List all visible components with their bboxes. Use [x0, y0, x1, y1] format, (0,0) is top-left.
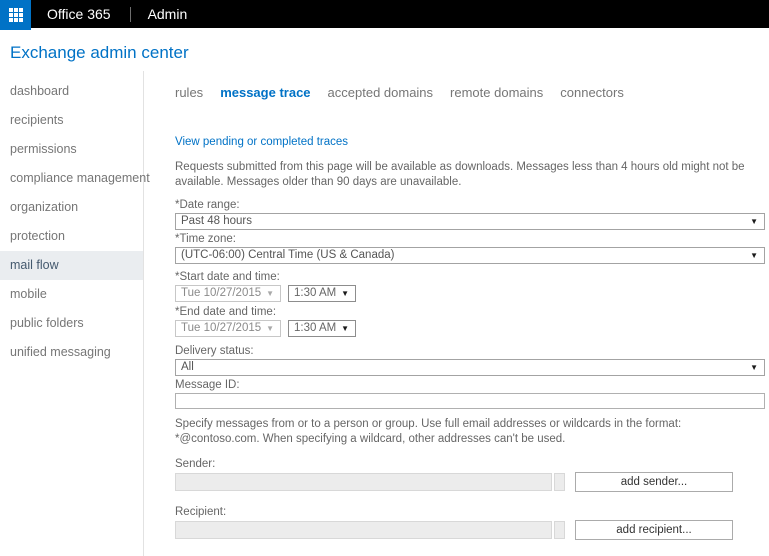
chevron-down-icon: ▼: [266, 289, 274, 298]
content-pane: rules message trace accepted domains rem…: [144, 71, 769, 556]
start-datetime-row: Tue 10/27/2015 ▼ 1:30 AM ▼: [175, 285, 765, 303]
end-datetime-label: *End date and time:: [175, 306, 277, 318]
office-365-brand[interactable]: Office 365: [47, 6, 111, 22]
sidebar-item-dashboard[interactable]: dashboard: [0, 77, 143, 106]
chevron-down-icon: ▼: [341, 324, 349, 333]
sidebar-item-organization[interactable]: organization: [0, 193, 143, 222]
wildcard-note: Specify messages from or to a person or …: [175, 418, 682, 445]
sidebar-item-unified-messaging[interactable]: unified messaging: [0, 338, 143, 367]
availability-note: Requests submitted from this page will b…: [175, 161, 745, 188]
recipient-input-end: [554, 521, 565, 539]
delivery-status-value: All: [181, 361, 194, 373]
sidebar-item-protection[interactable]: protection: [0, 222, 143, 251]
main-layout: dashboard recipients permissions complia…: [0, 71, 769, 556]
sidebar-item-permissions[interactable]: permissions: [0, 135, 143, 164]
add-recipient-button[interactable]: add recipient...: [575, 520, 733, 540]
chevron-down-icon: ▼: [341, 289, 349, 298]
message-id-input[interactable]: [175, 393, 765, 409]
tab-message-trace[interactable]: message trace: [220, 85, 310, 100]
sender-input: [175, 473, 552, 491]
chevron-down-icon: ▼: [750, 363, 758, 372]
sender-picker: [175, 473, 565, 491]
recipient-input: [175, 521, 552, 539]
chevron-down-icon: ▼: [750, 251, 758, 260]
end-datetime-row: Tue 10/27/2015 ▼ 1:30 AM ▼: [175, 320, 765, 338]
start-time-value: 1:30 AM: [294, 287, 337, 299]
page-title: Exchange admin center: [10, 43, 189, 62]
delivery-status-select[interactable]: All ▼: [175, 359, 765, 376]
date-range-select[interactable]: Past 48 hours ▼: [175, 213, 765, 230]
tab-remote-domains[interactable]: remote domains: [450, 85, 543, 100]
sidebar-item-public-folders[interactable]: public folders: [0, 309, 143, 338]
recipient-label: Recipient:: [175, 506, 227, 518]
time-zone-select[interactable]: (UTC-06:00) Central Time (US & Canada) ▼: [175, 247, 765, 264]
sidebar-nav: dashboard recipients permissions complia…: [0, 71, 150, 556]
page-header: Exchange admin center: [0, 28, 769, 71]
tab-bar: rules message trace accepted domains rem…: [175, 85, 765, 100]
sender-row: add sender...: [175, 472, 765, 492]
admin-menu-item[interactable]: Admin: [148, 6, 188, 22]
end-time-value: 1:30 AM: [294, 322, 337, 334]
sidebar-item-mail-flow[interactable]: mail flow: [0, 251, 143, 280]
date-range-label: *Date range:: [175, 199, 240, 211]
sender-input-end: [554, 473, 565, 491]
topbar-divider: [129, 6, 131, 22]
sidebar-item-compliance-management[interactable]: compliance management: [0, 164, 150, 193]
start-date-select: Tue 10/27/2015 ▼: [175, 285, 281, 302]
end-time-select[interactable]: 1:30 AM ▼: [288, 320, 356, 337]
start-date-value: Tue 10/27/2015: [181, 287, 262, 299]
start-datetime-label: *Start date and time:: [175, 271, 280, 283]
waffle-icon: [8, 8, 23, 22]
tab-connectors[interactable]: connectors: [560, 85, 624, 100]
recipient-row: add recipient...: [175, 520, 765, 540]
chevron-down-icon: ▼: [750, 217, 758, 226]
add-sender-button[interactable]: add sender...: [575, 472, 733, 492]
sender-label: Sender:: [175, 458, 216, 470]
tab-rules[interactable]: rules: [175, 85, 203, 100]
message-id-label: Message ID:: [175, 379, 240, 391]
date-range-value: Past 48 hours: [181, 215, 252, 227]
app-launcher-button[interactable]: [0, 0, 31, 30]
start-time-select[interactable]: 1:30 AM ▼: [288, 285, 356, 302]
sidebar-item-recipients[interactable]: recipients: [0, 106, 143, 135]
end-date-value: Tue 10/27/2015: [181, 322, 262, 334]
chevron-down-icon: ▼: [266, 324, 274, 333]
sidebar-item-mobile[interactable]: mobile: [0, 280, 143, 309]
office-topbar: Office 365 Admin: [0, 0, 769, 30]
time-zone-value: (UTC-06:00) Central Time (US & Canada): [181, 249, 395, 261]
view-traces-link[interactable]: View pending or completed traces: [175, 136, 348, 148]
end-date-select: Tue 10/27/2015 ▼: [175, 320, 281, 337]
delivery-status-label: Delivery status:: [175, 345, 254, 357]
tab-accepted-domains[interactable]: accepted domains: [328, 85, 434, 100]
time-zone-label: *Time zone:: [175, 233, 236, 245]
recipient-picker: [175, 521, 565, 539]
